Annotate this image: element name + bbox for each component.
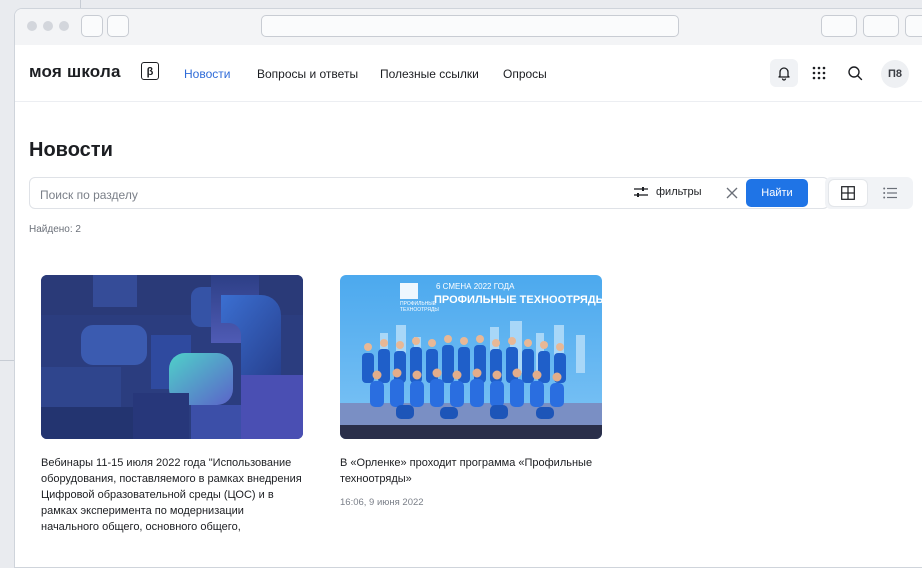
list-view-button[interactable]	[871, 180, 909, 206]
news-card-title[interactable]: Вебинары 11-15 июля 2022 года "Использов…	[41, 455, 303, 535]
filters-button[interactable]: фильтры	[634, 186, 702, 198]
search-input[interactable]	[38, 184, 602, 206]
user-avatar[interactable]: П8	[881, 60, 909, 88]
list-view-icon	[883, 187, 897, 199]
news-card-title[interactable]: В «Орленке» проходит программа «Профильн…	[340, 455, 602, 487]
browser-window: моя школа β Новости Вопросы и ответы Пол…	[14, 8, 922, 568]
site-logo[interactable]: моя школа	[29, 62, 121, 82]
filters-label: фильтры	[656, 186, 702, 198]
backdrop-line	[0, 360, 14, 361]
address-bar[interactable]	[261, 15, 679, 37]
results-count: Найдено: 2	[29, 224, 81, 235]
window-dot	[27, 21, 37, 31]
banner-title: ПРОФИЛЬНЫЕ ТЕХНООТРЯДЫ	[434, 294, 602, 306]
back-button[interactable]	[81, 15, 103, 37]
view-toggle	[825, 177, 913, 209]
filters-icon	[634, 187, 648, 197]
page-title: Новости	[29, 139, 113, 161]
find-button[interactable]: Найти	[746, 179, 808, 207]
window-dot	[59, 21, 69, 31]
search-icon[interactable]	[841, 59, 869, 87]
news-card-image[interactable]: ПРОФИЛЬНЫЕ ТЕХНООТРЯДЫ 6 СМЕНА 2022 ГОДА…	[340, 275, 602, 439]
tab-button[interactable]	[905, 15, 922, 37]
news-card[interactable]: ПРОФИЛЬНЫЕ ТЕХНООТРЯДЫ 6 СМЕНА 2022 ГОДА…	[340, 275, 602, 508]
news-card-image[interactable]	[41, 275, 303, 439]
search-bar: фильтры Найти	[29, 177, 829, 209]
beta-badge: β	[141, 62, 159, 80]
browser-chrome	[15, 9, 922, 46]
apps-grid-icon[interactable]	[805, 59, 833, 87]
nav-link-polls[interactable]: Опросы	[503, 67, 547, 81]
banner-subtitle: 6 СМЕНА 2022 ГОДА	[436, 282, 515, 291]
grid-view-button[interactable]	[829, 180, 867, 206]
window-dot	[43, 21, 53, 31]
nav-link-faq[interactable]: Вопросы и ответы	[257, 67, 358, 81]
nav-link-news[interactable]: Новости	[184, 67, 230, 81]
nav-link-useful-links[interactable]: Полезные ссылки	[380, 67, 479, 81]
forward-button[interactable]	[107, 15, 129, 37]
close-icon[interactable]	[724, 185, 740, 201]
banner-logo-text: ТЕХНООТРЯДЫ	[400, 307, 439, 313]
top-navigation: моя школа β Новости Вопросы и ответы Пол…	[15, 45, 922, 102]
grid-view-icon	[841, 186, 855, 200]
tab-button[interactable]	[863, 15, 899, 37]
tab-button[interactable]	[821, 15, 857, 37]
news-card[interactable]: Вебинары 11-15 июля 2022 года "Использов…	[41, 275, 303, 535]
news-card-date: 16:06, 9 июня 2022	[340, 497, 424, 508]
bell-icon[interactable]	[770, 59, 798, 87]
